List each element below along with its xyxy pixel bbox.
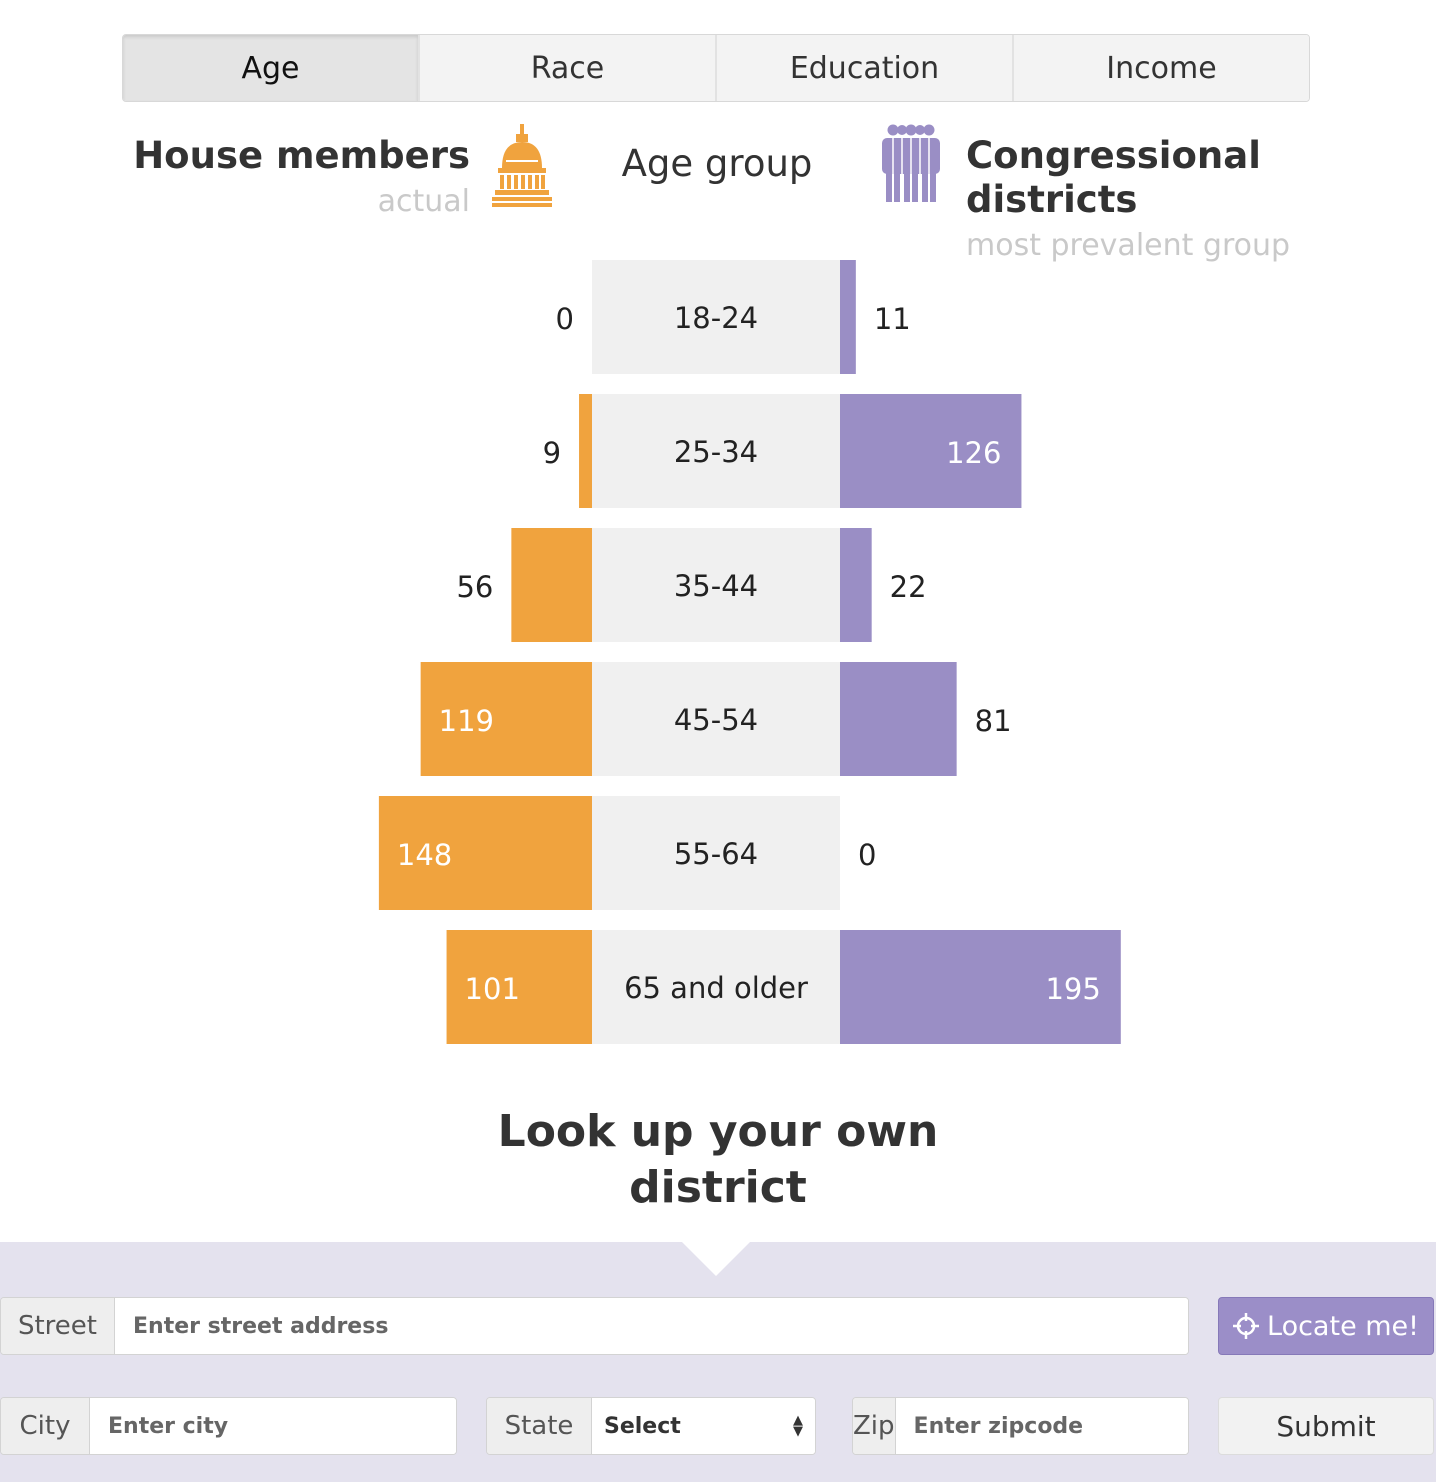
city-field-group: City (0, 1397, 457, 1455)
house-bar (579, 394, 592, 508)
state-select[interactable]: Select ▲ ▼ (592, 1398, 815, 1454)
district-bar (840, 394, 1022, 508)
crosshair-icon (1233, 1313, 1259, 1339)
districts-title: Congressional districts (966, 134, 1261, 221)
category-label: 35-44 (674, 569, 758, 603)
cut-off-heading (0, 0, 1436, 2)
district-value-label: 81 (975, 704, 1012, 738)
house-members-header: House members actual (133, 134, 470, 224)
lookup-title-line2: district (629, 1162, 807, 1213)
category-label: 18-24 (674, 301, 758, 335)
state-field-group: State Select ▲ ▼ (486, 1397, 816, 1455)
house-value-label: 9 (543, 436, 561, 470)
district-value-label: 22 (890, 570, 927, 604)
select-arrows-icon: ▲ ▼ (793, 1413, 803, 1439)
house-value-label: 56 (456, 570, 493, 604)
zip-label: Zip (853, 1398, 896, 1454)
house-value-label: 101 (465, 972, 520, 1006)
street-label: Street (1, 1298, 115, 1354)
state-label: State (487, 1398, 592, 1454)
locate-me-button[interactable]: Locate me! (1218, 1297, 1434, 1355)
category-cell (592, 528, 840, 642)
category-cell (592, 394, 840, 508)
district-bar (840, 260, 856, 374)
lookup-title-line1: Look up your own (497, 1106, 939, 1157)
category-label: 25-34 (674, 435, 758, 469)
category-cell (592, 796, 840, 910)
street-field-group: Street (0, 1297, 1189, 1355)
districts-header: Congressional districts most prevalent g… (966, 134, 1436, 268)
district-bar (840, 662, 957, 776)
districts-subtitle: most prevalent group (966, 228, 1291, 263)
house-bar (420, 662, 592, 776)
house-members-subtitle: actual (377, 184, 470, 219)
house-members-title: House members (133, 134, 470, 177)
category-cell (592, 260, 840, 374)
district-value-label: 195 (1045, 972, 1100, 1006)
city-label: City (1, 1398, 90, 1454)
panel-notch (680, 1240, 752, 1276)
state-select-value: Select (604, 1413, 681, 1439)
submit-button[interactable]: Submit (1218, 1397, 1434, 1455)
tab-race[interactable]: Race (420, 35, 717, 101)
category-cell (592, 930, 840, 1044)
category-label: 65 and older (624, 971, 808, 1005)
category-cell (592, 662, 840, 776)
tab-age[interactable]: Age (123, 35, 420, 101)
category-label: 55-64 (674, 837, 758, 871)
tab-income[interactable]: Income (1014, 35, 1309, 101)
district-value-label: 11 (874, 302, 911, 336)
locate-me-label: Locate me! (1267, 1310, 1419, 1342)
house-bar (511, 528, 592, 642)
district-bar (840, 930, 1121, 1044)
category-tabs: Age Race Education Income (122, 34, 1310, 102)
lookup-title: Look up your own district (418, 1104, 1018, 1216)
people-group-icon (882, 124, 940, 202)
tab-education[interactable]: Education (717, 35, 1014, 101)
house-bar (378, 796, 592, 910)
city-input[interactable] (90, 1398, 456, 1454)
house-value-label: 0 (556, 302, 574, 336)
house-bar (446, 930, 592, 1044)
zip-field-group: Zip (852, 1397, 1189, 1455)
district-value-label: 0 (858, 838, 876, 872)
age-group-title: Age group (621, 142, 813, 185)
house-value-label: 119 (439, 704, 494, 738)
district-bar (840, 528, 872, 642)
district-value-label: 126 (946, 436, 1001, 470)
category-label: 45-54 (674, 703, 758, 737)
house-value-label: 148 (397, 838, 452, 872)
zip-input[interactable] (895, 1398, 1188, 1454)
capitol-icon (492, 124, 552, 207)
street-input[interactable] (115, 1298, 1188, 1354)
